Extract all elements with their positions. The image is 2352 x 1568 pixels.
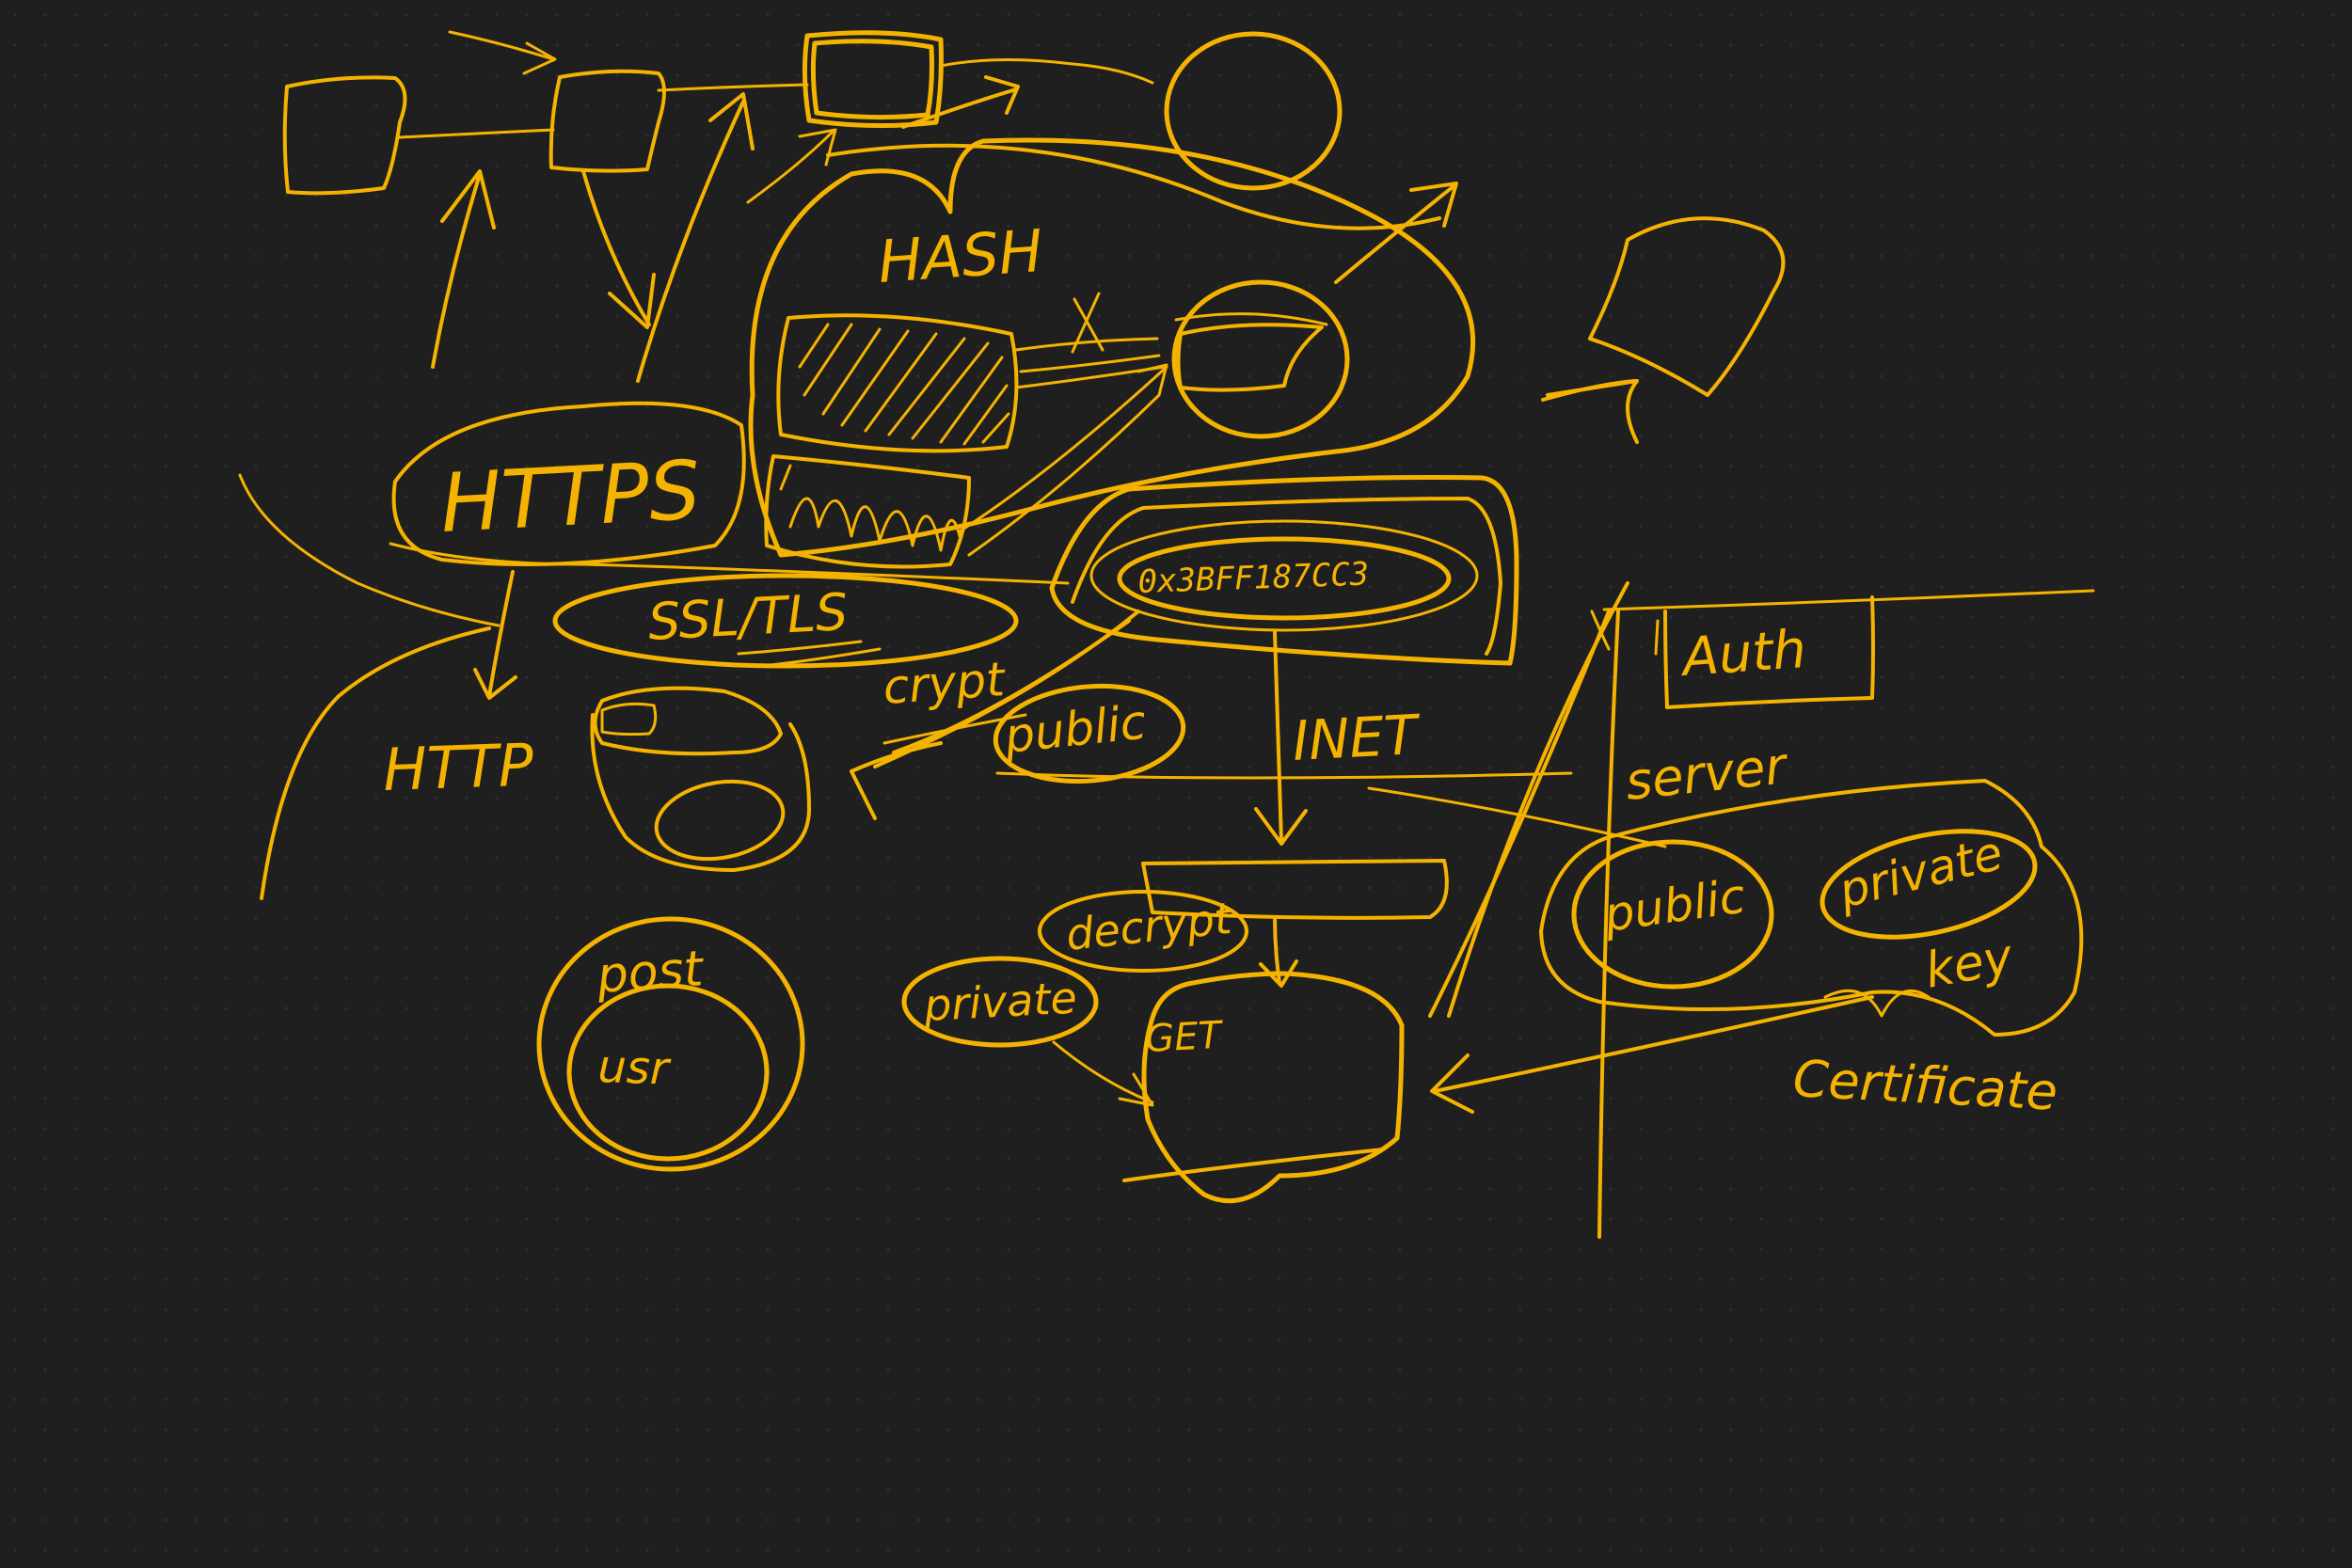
hatched-box-upper bbox=[776, 313, 1019, 453]
line-to-server bbox=[995, 771, 1573, 780]
label-server: server bbox=[1623, 736, 1791, 812]
label-inet: INET bbox=[1291, 703, 1423, 773]
arrow-right bbox=[448, 30, 557, 75]
whiteboard-canvas[interactable]: HASH HTTPS HTTP SSL/TLS crypt public 0x3… bbox=[0, 0, 2352, 1568]
box-top-highlight bbox=[802, 30, 944, 129]
label-auth: Auth bbox=[1677, 619, 1807, 689]
arrow-up bbox=[431, 169, 496, 369]
shape-top-right bbox=[1588, 216, 1786, 397]
label-hash: HASH bbox=[876, 216, 1045, 296]
sketch-drawing: HASH HTTPS HTTP SSL/TLS crypt public 0x3… bbox=[238, 30, 2095, 1239]
arrow-down bbox=[581, 169, 656, 329]
circle-hash bbox=[1171, 279, 1350, 439]
link-line bbox=[398, 128, 555, 139]
auth-top-line bbox=[1602, 589, 2095, 611]
box-top-middle bbox=[548, 69, 666, 173]
db-tag bbox=[600, 702, 658, 736]
arrow-up-hash bbox=[901, 75, 1020, 129]
label-decrypt: decrypt bbox=[1064, 893, 1236, 960]
label-private-right: private bbox=[1833, 826, 2009, 919]
connector bbox=[1014, 337, 1167, 389]
hatching bbox=[798, 323, 1010, 446]
db-inner bbox=[654, 779, 786, 862]
label-https: HTTPS bbox=[438, 444, 703, 551]
label-get: GET bbox=[1144, 1014, 1226, 1061]
label-certificate: Certificate bbox=[1791, 1049, 2058, 1122]
label-key: key bbox=[1921, 928, 2018, 999]
link-line bbox=[657, 83, 809, 92]
box-in-circle-top bbox=[1174, 312, 1328, 326]
box-top-left bbox=[282, 75, 407, 196]
arrow-up-right bbox=[1334, 182, 1458, 284]
label-http: HTTP bbox=[382, 730, 535, 804]
label-public-right: public bbox=[1600, 869, 1749, 943]
label-ssl-tls: SSL/TLS bbox=[646, 582, 849, 652]
get-blob bbox=[1141, 971, 1405, 1204]
connector bbox=[967, 393, 1161, 557]
arrow-down-http bbox=[473, 570, 517, 700]
label-post: post bbox=[595, 941, 707, 1005]
hatching bbox=[779, 464, 961, 552]
label-hex-value: 0x3BFF187CC3 bbox=[1137, 555, 1370, 601]
blob-large bbox=[748, 137, 1476, 558]
label-user: usr bbox=[597, 1040, 673, 1096]
label-private-left: private bbox=[922, 973, 1078, 1031]
link-line bbox=[939, 57, 1154, 85]
arrow-private-get bbox=[1052, 1040, 1154, 1107]
circle-top bbox=[1164, 31, 1343, 191]
label-crypt: crypt bbox=[882, 652, 1009, 715]
box-in-circle bbox=[1176, 323, 1324, 392]
db-shape bbox=[590, 686, 811, 872]
arrow-curve-right bbox=[826, 143, 1441, 230]
